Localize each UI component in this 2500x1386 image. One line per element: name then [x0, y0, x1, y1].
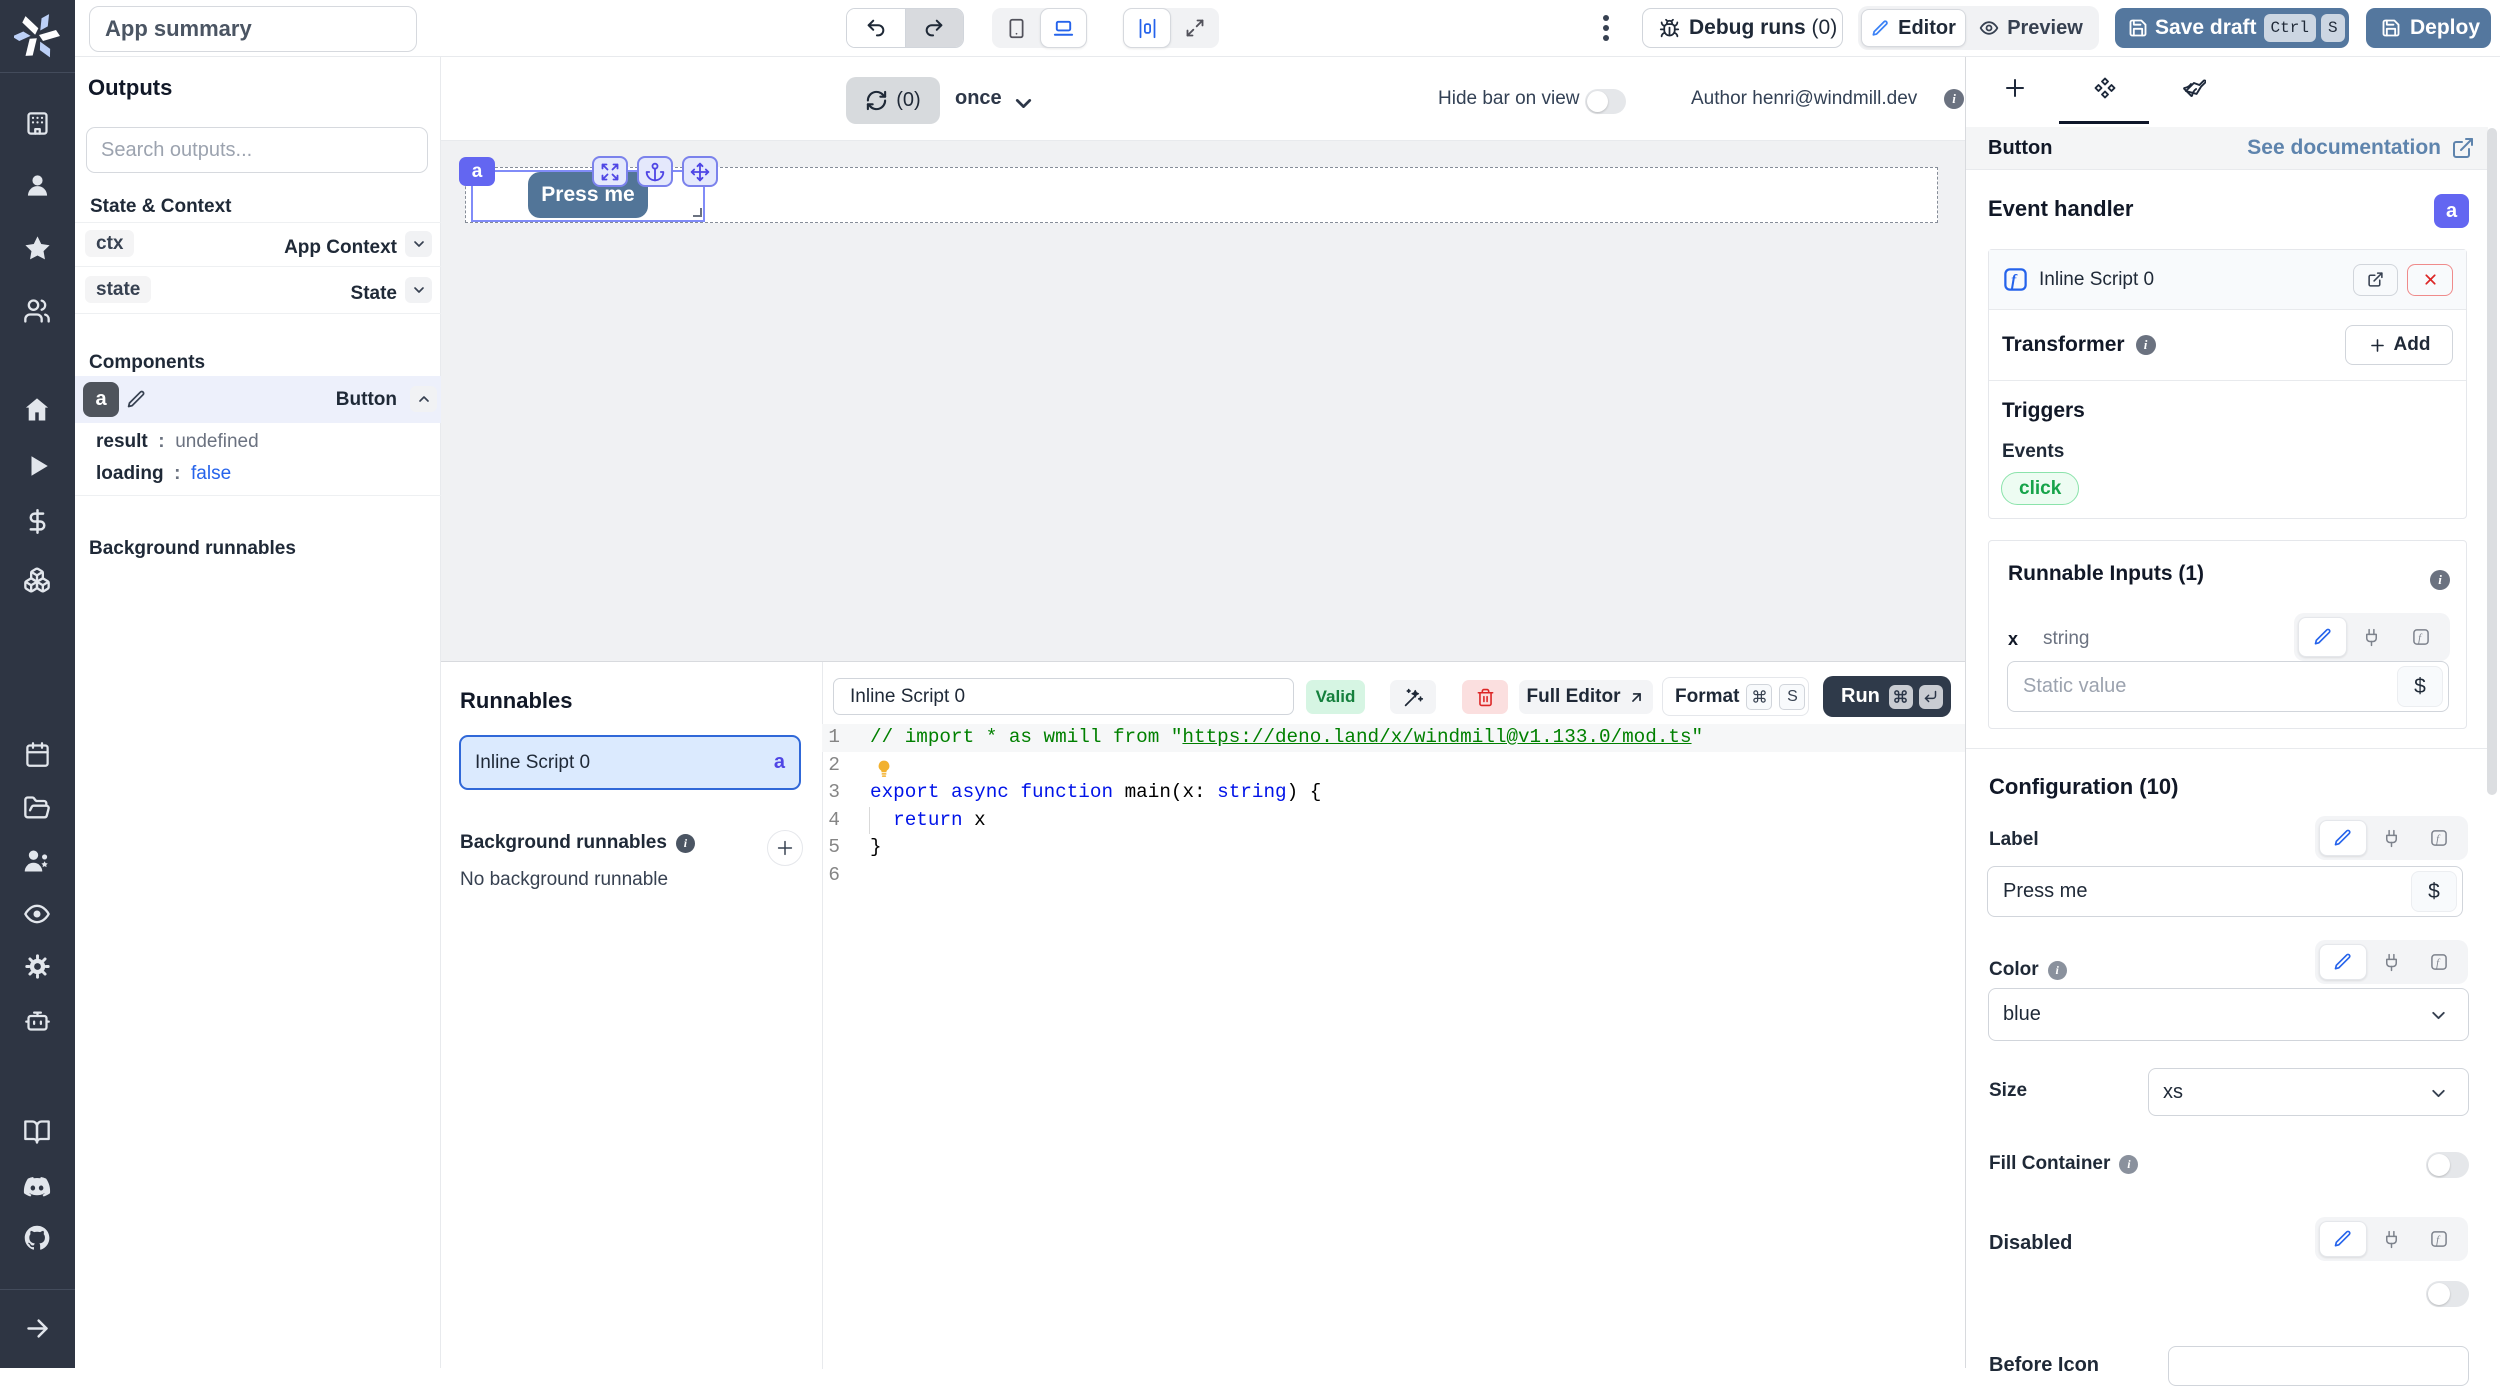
- svg-text:f: f: [2436, 1234, 2441, 1246]
- svg-text:f: f: [2418, 632, 2423, 644]
- svg-text:f: f: [2436, 957, 2441, 969]
- svg-text:f: f: [2436, 833, 2441, 845]
- svg-text:f: f: [2011, 272, 2018, 289]
